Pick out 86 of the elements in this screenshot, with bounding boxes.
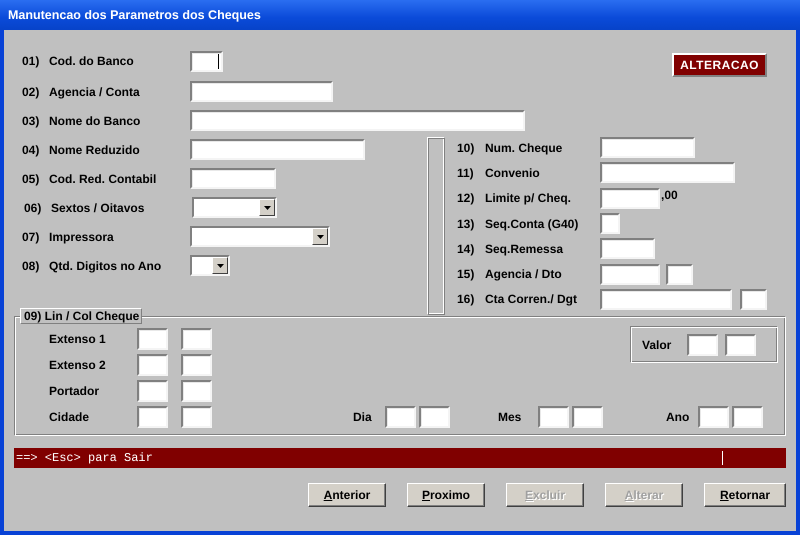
field-label: Convenio	[485, 166, 541, 180]
input-field[interactable]	[600, 264, 660, 285]
input-field[interactable]	[666, 264, 693, 285]
text-cursor	[722, 451, 723, 465]
field-label: Agencia / Conta	[49, 84, 141, 98]
field-number: 05)	[22, 172, 40, 186]
input-field[interactable]	[600, 238, 655, 260]
input-field[interactable]	[181, 380, 212, 402]
decimal-suffix: ,00	[661, 188, 678, 202]
input-field[interactable]	[600, 162, 735, 184]
dropdown-button[interactable]	[312, 228, 328, 245]
field-label: Mes	[498, 410, 522, 424]
dropdown-button[interactable]	[259, 199, 275, 216]
field-number: 01)	[22, 54, 40, 68]
input-field[interactable]	[190, 168, 276, 189]
input-field[interactable]	[687, 334, 718, 356]
input-field[interactable]	[181, 354, 212, 376]
field-label: Cta Corren./ Dgt	[485, 292, 578, 306]
input-field[interactable]	[190, 81, 333, 102]
input-field[interactable]	[572, 406, 603, 428]
action-button[interactable]: Proximo	[407, 483, 485, 507]
input-field[interactable]	[600, 288, 732, 310]
dropdown-field[interactable]	[190, 226, 330, 247]
action-button[interactable]: Anterior	[308, 483, 386, 507]
field-label: Nome do Banco	[49, 114, 142, 128]
input-field[interactable]	[732, 406, 763, 428]
field-label: Agencia / Dto	[485, 267, 563, 282]
field-number: 02)	[22, 84, 40, 98]
field-number: 07)	[22, 230, 40, 244]
field-label: Dia	[353, 410, 373, 424]
field-label: Extenso 2	[49, 358, 107, 372]
field-number: 16)	[457, 292, 476, 306]
field-label: Extenso 1	[49, 332, 107, 346]
field-number: 12)	[457, 191, 476, 206]
input-field[interactable]	[181, 406, 212, 428]
input-field[interactable]	[137, 328, 168, 350]
input-field[interactable]	[137, 406, 168, 428]
field-label: Portador	[49, 384, 100, 398]
caret-icon	[216, 264, 224, 268]
field-label: Cod. do Banco	[49, 54, 135, 68]
caret-icon	[316, 234, 324, 238]
field-label: Limite p/ Cheq.	[485, 191, 572, 206]
input-field[interactable]	[600, 188, 660, 209]
field-number: 06)	[23, 200, 42, 214]
input-field[interactable]	[137, 354, 168, 376]
group-title: 09) Lin / Col Cheque	[20, 308, 142, 324]
mode-badge: ALTERACAO	[672, 53, 767, 77]
field-label: Num. Cheque	[485, 140, 564, 155]
field-label: Ano	[666, 410, 690, 424]
input-field[interactable]	[538, 406, 569, 428]
field-label: Cidade	[49, 410, 90, 424]
input-field[interactable]	[725, 334, 756, 356]
dropdown-field[interactable]	[192, 197, 277, 218]
field-number: 03)	[22, 114, 40, 128]
field-number: 08)	[22, 258, 40, 272]
input-field[interactable]	[190, 50, 223, 72]
dropdown-button[interactable]	[212, 257, 228, 274]
field-label: Seq.Conta (G40)	[485, 216, 580, 231]
field-number: 10)	[457, 140, 476, 155]
input-field[interactable]	[181, 328, 212, 350]
field-label: Valor	[642, 338, 672, 352]
field-label: Nome Reduzido	[49, 142, 141, 156]
caret-icon	[264, 206, 270, 210]
input-field[interactable]	[190, 139, 365, 160]
field-number: 15)	[457, 267, 476, 282]
field-label: Cod. Red. Contabil	[49, 172, 158, 186]
status-text: ==> <Esc> para Sair	[16, 451, 153, 465]
input-field[interactable]	[385, 406, 416, 428]
dropdown-field[interactable]	[190, 255, 230, 276]
input-field[interactable]	[419, 406, 450, 428]
action-button[interactable]: Retornar	[704, 483, 786, 507]
window-title: Manutencao dos Parametros dos Cheques	[8, 8, 261, 22]
input-field[interactable]	[137, 380, 168, 402]
field-label: Impressora	[49, 230, 115, 244]
field-label: Sextos / Oitavos	[51, 200, 146, 214]
field-number: 04)	[22, 142, 40, 156]
input-field[interactable]	[600, 137, 695, 158]
field-label: Seq.Remessa	[485, 242, 564, 256]
field-number: 14)	[457, 242, 476, 256]
input-field[interactable]	[600, 213, 620, 234]
field-number: 11)	[457, 166, 475, 180]
input-field[interactable]	[740, 288, 767, 310]
input-field[interactable]	[698, 406, 729, 428]
field-label: Qtd. Digitos no Ano	[49, 258, 162, 272]
field-number: 13)	[457, 216, 476, 231]
input-field[interactable]	[190, 110, 525, 131]
